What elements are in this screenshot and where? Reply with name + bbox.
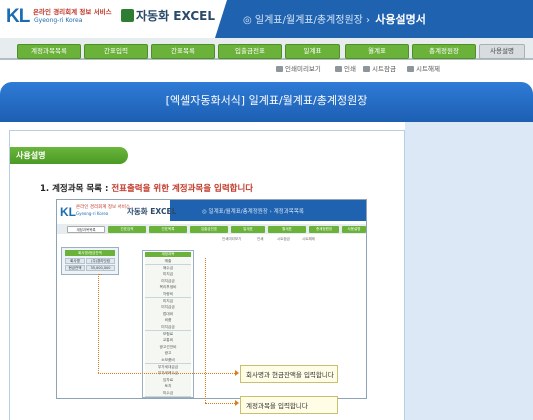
- shot-tab: 총계정원장: [309, 226, 339, 233]
- tab-daily[interactable]: 일계표: [285, 44, 340, 59]
- breadcrumb-current: 사용설명서: [375, 13, 426, 26]
- pointer-line: [205, 403, 235, 404]
- shot-toolbar-item: 인쇄: [257, 237, 264, 241]
- tab-guide[interactable]: 사용설명: [479, 44, 525, 59]
- arrow-icon: [235, 370, 239, 376]
- excel-icon: [121, 9, 134, 22]
- product-title: 자동화 EXCEL: [136, 9, 215, 23]
- tab-slip-entry[interactable]: 간표입력: [84, 44, 148, 59]
- step-description: 전표출력을 위한 계정과목을 입력합니다: [111, 184, 254, 194]
- shot-tab: 간표입력: [108, 226, 146, 233]
- shot-logo: KL: [60, 205, 76, 219]
- logo-subtitle: 온라인 경리회계 정보 서비스: [33, 8, 112, 16]
- shot-toolbar-item: 시트잠금: [277, 237, 290, 241]
- side-panel: [405, 122, 533, 420]
- logo[interactable]: KL: [6, 7, 32, 27]
- section-label: 사용설명: [10, 147, 128, 164]
- shot-toolbar-item: 시트해제: [302, 237, 315, 241]
- breadcrumb-path[interactable]: ◎ 일계표/월계표/총계정원장 ›: [243, 15, 370, 26]
- shot-toolbar-item: 인쇄미리보기: [222, 237, 242, 241]
- step-title: 1. 계정과목 목록 :: [40, 184, 112, 194]
- pointer-line: [205, 258, 206, 403]
- sheet-unlock-button[interactable]: 시트해제: [407, 63, 440, 73]
- callout-company-cash: 회사명과 현금잔액을 입력합니다: [240, 365, 338, 383]
- cash-value: 35,000,000: [86, 265, 115, 271]
- shot-tab: 입출금전표: [190, 226, 228, 233]
- shot-tab: 월계표: [268, 226, 306, 233]
- arrow-icon: [235, 400, 239, 406]
- account-list-header: 계정과목: [145, 252, 191, 257]
- pointer-line: [98, 373, 235, 374]
- tab-ledger[interactable]: 총계정원장: [412, 44, 476, 59]
- shot-product-title: 자동화 EXCEL: [127, 207, 177, 216]
- tab-accounts[interactable]: 계정과목목록: [17, 44, 81, 59]
- shot-logo-subtitle: 온라인 경리회계 정보 서비스: [76, 205, 130, 210]
- step-heading: 1. 계정과목 목록 : 전표출력을 위한 계정과목을 입력합니다: [40, 182, 253, 194]
- cash-label: 현금잔액: [65, 265, 85, 271]
- printer-icon: [335, 66, 342, 72]
- shot-tab: 간표목록: [149, 226, 187, 233]
- sheet-lock-button[interactable]: 시트잠금: [363, 63, 396, 73]
- shot-breadcrumb: ◎ 일계표/월계표/총계정원장 › 계정과목목록: [202, 209, 304, 215]
- page-title: [엑셀자동화서식] 일계표/월계표/총계정원장: [165, 94, 368, 107]
- print-preview-button[interactable]: 인쇄미리보기: [276, 63, 321, 73]
- shot-tab: 일계표: [231, 226, 265, 233]
- print-button[interactable]: 인쇄: [335, 63, 356, 73]
- company-info-header: 회사명/현금잔액: [65, 250, 115, 256]
- lock-icon: [363, 66, 370, 72]
- pointer-line: [98, 274, 99, 373]
- preview-icon: [276, 66, 283, 72]
- tab-cash-slip[interactable]: 입출금전표: [218, 44, 282, 59]
- tab-slip-list[interactable]: 간표목록: [151, 44, 215, 59]
- logo-subtitle-en: Gyeong-ri Korea: [34, 17, 83, 24]
- shot-tab: 사용설명: [342, 226, 366, 233]
- callout-accounts: 계정과목을 입력합니다: [240, 396, 338, 414]
- account-list-item: 미수금: [145, 390, 191, 398]
- tab-monthly[interactable]: 월계표: [345, 44, 409, 59]
- shot-logo-subtitle-en: Gyeong-ri Korea: [76, 211, 109, 216]
- company-value: (주)경리닷컴: [86, 258, 115, 264]
- shot-tab: 계정과목목록: [67, 226, 105, 233]
- unlock-icon: [407, 66, 414, 72]
- company-label: 회사명: [65, 258, 85, 264]
- breadcrumb: ◎ 일계표/월계표/총계정원장 › 사용설명서: [243, 11, 426, 27]
